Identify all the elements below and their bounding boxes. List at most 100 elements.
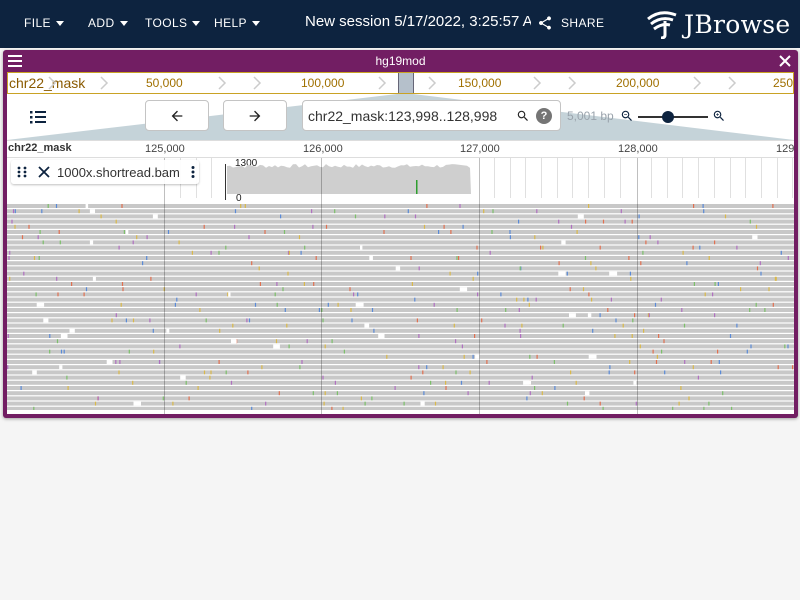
read-mismatch xyxy=(529,354,531,359)
read-mismatch xyxy=(704,292,706,297)
read-row xyxy=(7,256,794,260)
read-mismatch xyxy=(504,323,506,328)
minor-grid-line xyxy=(510,158,511,198)
read-mismatch xyxy=(443,224,445,229)
read-mismatch xyxy=(288,344,290,349)
scale-bar[interactable]: chr22_mask 125,000 126,000 127,000 128,0… xyxy=(7,140,794,158)
overview-chevron xyxy=(693,76,702,90)
read-mismatch xyxy=(640,261,642,266)
read-mismatch xyxy=(787,344,789,349)
close-icon[interactable] xyxy=(778,54,792,68)
more-vert-icon[interactable] xyxy=(188,165,198,179)
read-mismatch xyxy=(588,204,590,208)
read-mismatch xyxy=(554,386,556,390)
read-mismatch xyxy=(8,256,10,260)
location-input[interactable] xyxy=(308,107,508,125)
track-list-icon[interactable] xyxy=(29,109,47,125)
read-mismatch xyxy=(693,282,695,286)
read-mismatch xyxy=(638,235,640,240)
read-mismatch xyxy=(57,292,59,297)
read-mismatch xyxy=(426,365,428,370)
read-mismatch xyxy=(486,360,488,364)
read-mismatch xyxy=(519,328,521,333)
read-gap xyxy=(752,235,758,240)
read-mismatch xyxy=(287,271,289,276)
session-title[interactable]: New session 5/17/2022, 3:25:57 AM xyxy=(305,13,531,33)
zoom-slider-thumb[interactable] xyxy=(662,111,674,123)
overview-chevron xyxy=(533,76,542,90)
read-mismatch xyxy=(562,323,564,328)
read-mismatch xyxy=(132,318,135,323)
read-mismatch xyxy=(315,256,317,260)
read-mismatch xyxy=(461,344,463,349)
read-mismatch xyxy=(599,245,601,250)
read-mismatch xyxy=(584,256,587,260)
coverage-histogram[interactable] xyxy=(227,164,471,194)
read-mismatch xyxy=(570,370,572,375)
help-menu-button[interactable]: HELP xyxy=(214,15,260,31)
read-mismatch xyxy=(7,365,9,370)
read-gap xyxy=(273,344,280,349)
pan-right-button[interactable] xyxy=(223,100,287,131)
read-mismatch xyxy=(509,230,511,234)
search-icon[interactable] xyxy=(516,109,530,123)
share-button[interactable]: SHARE xyxy=(537,14,604,32)
zoom-slider[interactable] xyxy=(638,110,708,124)
tools-menu-button[interactable]: TOOLS xyxy=(145,15,201,31)
logo-text: JBrowse xyxy=(684,9,791,39)
pan-left-button[interactable] xyxy=(145,100,209,131)
overview-visible-region[interactable] xyxy=(398,73,414,93)
read-mismatch xyxy=(588,292,590,297)
read-mismatch xyxy=(403,401,405,406)
read-mismatch xyxy=(540,245,542,250)
read-mismatch xyxy=(185,380,187,385)
read-mismatch xyxy=(261,365,263,370)
read-mismatch xyxy=(661,349,663,354)
read-row xyxy=(7,328,794,333)
read-row xyxy=(7,334,794,338)
add-menu-button[interactable]: ADD xyxy=(88,15,128,31)
zoom-in-icon[interactable] xyxy=(712,109,726,123)
grid-line xyxy=(321,158,322,414)
read-mismatch xyxy=(624,219,626,224)
read-mismatch xyxy=(541,391,543,396)
zoom-out-icon[interactable] xyxy=(620,109,634,123)
read-mismatch xyxy=(660,297,662,302)
help-icon[interactable]: ? xyxy=(536,108,552,124)
read-mismatch xyxy=(615,318,617,323)
file-menu-label: FILE xyxy=(24,16,51,30)
read-gap xyxy=(609,271,618,276)
read-mismatch xyxy=(628,256,630,260)
overview-ruler[interactable]: chr22_mask 50,000 100,000 150,000 200,00… xyxy=(7,72,794,94)
file-menu-button[interactable]: FILE xyxy=(24,15,64,31)
read-mismatch xyxy=(703,209,705,214)
read-mismatch xyxy=(67,386,69,390)
alignment-reads[interactable] xyxy=(7,204,794,410)
read-mismatch xyxy=(301,360,303,364)
drag-handle-icon[interactable] xyxy=(15,165,29,179)
read-gap xyxy=(577,214,584,219)
read-mismatch xyxy=(620,209,622,214)
read-mismatch xyxy=(566,271,568,276)
location-search-box[interactable]: ? xyxy=(302,100,561,131)
read-mismatch xyxy=(449,271,451,276)
read-mismatch xyxy=(21,235,24,240)
close-icon[interactable] xyxy=(37,165,51,179)
read-mismatch xyxy=(608,370,610,375)
read-mismatch xyxy=(787,256,789,260)
read-gap xyxy=(152,214,158,219)
read-mismatch xyxy=(49,349,51,354)
read-gap xyxy=(395,266,401,271)
read-mismatch xyxy=(740,287,742,292)
coverage-area xyxy=(227,164,471,194)
read-mismatch xyxy=(306,339,308,344)
read-mismatch xyxy=(450,230,452,234)
read-mismatch xyxy=(128,349,130,354)
track-area[interactable]: 1300 0 1000x.shortread.bam xyxy=(7,158,794,414)
read-mismatch xyxy=(299,365,301,370)
read-row xyxy=(7,380,794,385)
read-mismatch xyxy=(474,334,476,338)
read-mismatch xyxy=(774,276,776,281)
read-gap xyxy=(561,240,566,245)
read-mismatch xyxy=(120,302,122,307)
